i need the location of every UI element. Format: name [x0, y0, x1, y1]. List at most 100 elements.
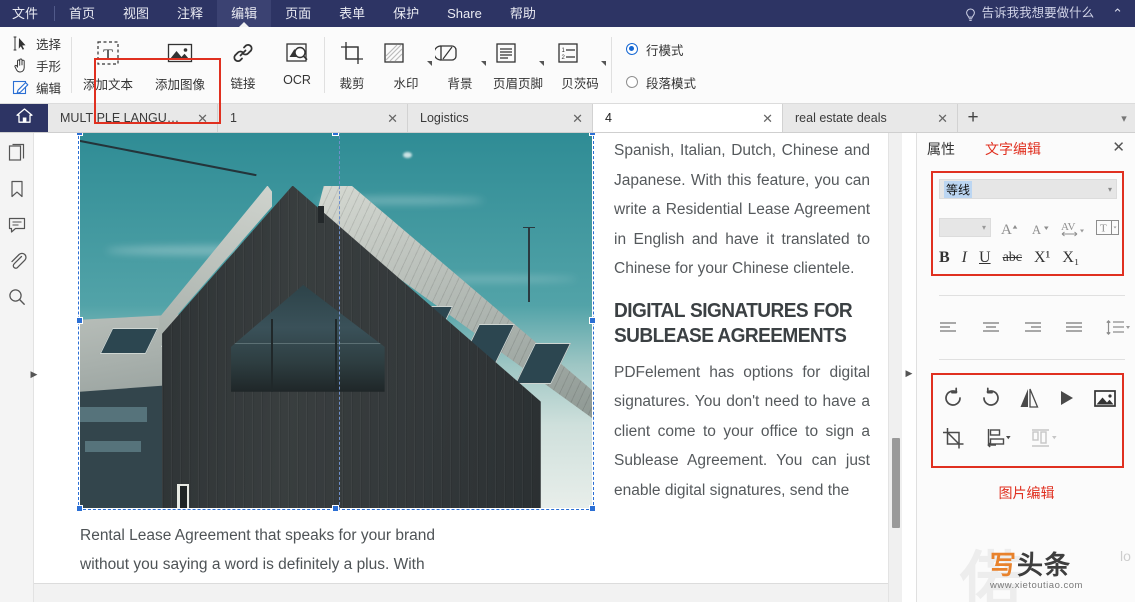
align-justify-icon[interactable] — [1064, 320, 1084, 336]
tool-edit[interactable]: 编辑 — [12, 78, 61, 97]
sidebar-expand-button[interactable]: ▶ — [27, 366, 41, 382]
comment-icon[interactable] — [7, 215, 27, 235]
doc-tab-1[interactable]: 1 ✕ — [218, 104, 408, 132]
text-box-icon[interactable]: T — [1095, 217, 1121, 238]
crop-image-icon[interactable] — [941, 426, 965, 450]
moon-icon — [403, 152, 412, 158]
search-icon[interactable] — [7, 287, 27, 307]
bold-button[interactable]: B — [939, 249, 950, 267]
resize-handle-top-left[interactable] — [76, 133, 83, 136]
align-objects-vertical-icon[interactable] — [985, 426, 1009, 450]
close-tab-icon[interactable]: ✕ — [572, 112, 583, 125]
document-scrollbar[interactable] — [888, 133, 902, 602]
tool-hand[interactable]: 手形 — [12, 56, 61, 75]
rotate-right-icon[interactable] — [979, 386, 1003, 410]
link-button[interactable]: 链接 — [216, 30, 270, 96]
mode-paragraph-option[interactable]: 段落模式 — [626, 73, 696, 92]
tool-select[interactable]: 选择 — [12, 34, 61, 53]
menu-item-edit[interactable]: 编辑 — [217, 0, 271, 27]
document-viewport[interactable]: Spanish, Italian, Dutch, Chinese and Jap… — [34, 133, 916, 602]
menu-item-help[interactable]: 帮助 — [496, 0, 550, 27]
close-tab-icon[interactable]: ✕ — [387, 112, 398, 125]
resize-handle-bottom-left[interactable] — [76, 505, 83, 512]
close-tab-icon[interactable]: ✕ — [762, 112, 773, 125]
replace-image-icon[interactable] — [1093, 386, 1117, 410]
flip-horizontal-icon[interactable] — [1017, 386, 1041, 410]
menu-item-form[interactable]: 表单 — [325, 0, 379, 27]
bates-dropdown-icon[interactable] — [601, 61, 606, 66]
home-tab-button[interactable] — [0, 104, 48, 132]
superscript-button[interactable]: X¹ — [1034, 249, 1050, 267]
watermark-button[interactable]: 水印 — [379, 30, 433, 96]
bates-numbering-button[interactable]: 12 贝茨码 — [549, 30, 611, 96]
strikethrough-button[interactable]: abc — [1003, 250, 1022, 266]
close-icon[interactable]: ✕ — [1112, 140, 1125, 155]
flip-vertical-icon[interactable] — [1055, 386, 1079, 410]
menu-item-view[interactable]: 视图 — [109, 0, 163, 27]
align-right-icon[interactable] — [1022, 320, 1042, 336]
watermark-dropdown-icon[interactable] — [427, 61, 432, 66]
font-family-select[interactable]: 等线 ▾ — [939, 179, 1117, 199]
close-tab-icon[interactable]: ✕ — [197, 112, 208, 125]
text-style-row: B I U abc X¹ X₁ — [939, 246, 1125, 270]
menu-item-page[interactable]: 页面 — [271, 0, 325, 27]
menu-item-share[interactable]: Share — [433, 0, 496, 27]
align-center-icon[interactable] — [981, 320, 1001, 336]
scrollbar-thumb[interactable] — [892, 438, 900, 528]
background-button[interactable]: 背景 — [433, 30, 487, 96]
thumbnails-icon[interactable] — [7, 143, 27, 163]
watermark-label: 水印 — [394, 73, 419, 92]
header-footer-dropdown-icon[interactable] — [539, 61, 544, 66]
subscript-button[interactable]: X₁ — [1062, 249, 1079, 267]
panel-expand-button[interactable]: ▶ — [903, 366, 915, 380]
menu-item-comment[interactable]: 注释 — [163, 0, 217, 27]
mode-paragraph-label: 段落模式 — [646, 73, 696, 92]
add-text-button[interactable]: T 添加文本 — [72, 30, 144, 96]
menu-item-home[interactable]: 首页 — [55, 0, 109, 27]
align-left-icon[interactable] — [939, 320, 959, 336]
resize-handle-middle-left[interactable] — [76, 317, 83, 324]
ocr-button[interactable]: OCR — [270, 30, 324, 96]
resize-handle-bottom-center[interactable] — [332, 505, 339, 512]
menu-item-protect[interactable]: 保护 — [379, 0, 433, 27]
lightbulb-icon — [964, 6, 977, 21]
increase-font-size-icon[interactable]: A — [1000, 217, 1021, 238]
underline-button[interactable]: U — [979, 249, 991, 267]
resize-handle-top-right[interactable] — [589, 133, 596, 136]
background-label: 背景 — [448, 73, 473, 92]
doc-tab-4[interactable]: 4 ✕ — [593, 104, 783, 132]
doc-tab-multiple-language[interactable]: MULTIPLE LANGUAGE ✕ — [48, 104, 218, 132]
character-spacing-icon[interactable]: AV — [1060, 217, 1086, 238]
properties-panel: 属性 文字编辑 ✕ 等线 ▾ ▾ A A AV T — [916, 133, 1135, 602]
menu-item-file[interactable]: 文件 — [0, 0, 54, 27]
bookmark-icon[interactable] — [7, 179, 27, 199]
resize-handle-bottom-right[interactable] — [589, 505, 596, 512]
italic-button[interactable]: I — [962, 249, 967, 267]
document-right-column[interactable]: Spanish, Italian, Dutch, Chinese and Jap… — [614, 136, 870, 505]
attachment-icon[interactable] — [7, 251, 27, 271]
crop-button[interactable]: 裁剪 — [325, 30, 379, 96]
background-dropdown-icon[interactable] — [481, 61, 486, 66]
close-tab-icon[interactable]: ✕ — [937, 112, 948, 125]
header-footer-icon-wrap — [493, 40, 544, 66]
svg-text:2: 2 — [561, 55, 565, 61]
add-image-button[interactable]: 添加图像 — [144, 30, 216, 96]
tab-overflow-icon[interactable]: ▾ — [1113, 104, 1135, 132]
resize-handle-top-center[interactable] — [332, 133, 339, 136]
image-tools-row-1 — [941, 381, 1117, 415]
doc-tab-real-estate-deals[interactable]: real estate deals ✕ — [783, 104, 958, 132]
collapse-ribbon-button[interactable]: ⌃ — [1112, 0, 1135, 27]
mode-line-option[interactable]: 行模式 — [626, 40, 696, 59]
decrease-font-size-icon[interactable]: A — [1030, 217, 1051, 238]
rotate-left-icon[interactable] — [941, 386, 965, 410]
selected-image-object[interactable] — [80, 133, 592, 508]
new-tab-button[interactable]: + — [958, 104, 988, 132]
menu-bar: 文件 首页 视图 注释 编辑 页面 表单 保护 Share 帮助 告诉我我想要做… — [0, 0, 1135, 27]
doc-tab-logistics[interactable]: Logistics ✕ — [408, 104, 593, 132]
resize-handle-middle-right[interactable] — [589, 317, 596, 324]
font-size-select[interactable]: ▾ — [939, 218, 991, 237]
tell-me-search[interactable]: 告诉我我想要做什么 — [964, 0, 1113, 27]
align-objects-horizontal-icon[interactable] — [1029, 426, 1053, 450]
line-spacing-icon[interactable] — [1105, 320, 1125, 336]
header-footer-button[interactable]: 页眉页脚 — [487, 30, 549, 96]
